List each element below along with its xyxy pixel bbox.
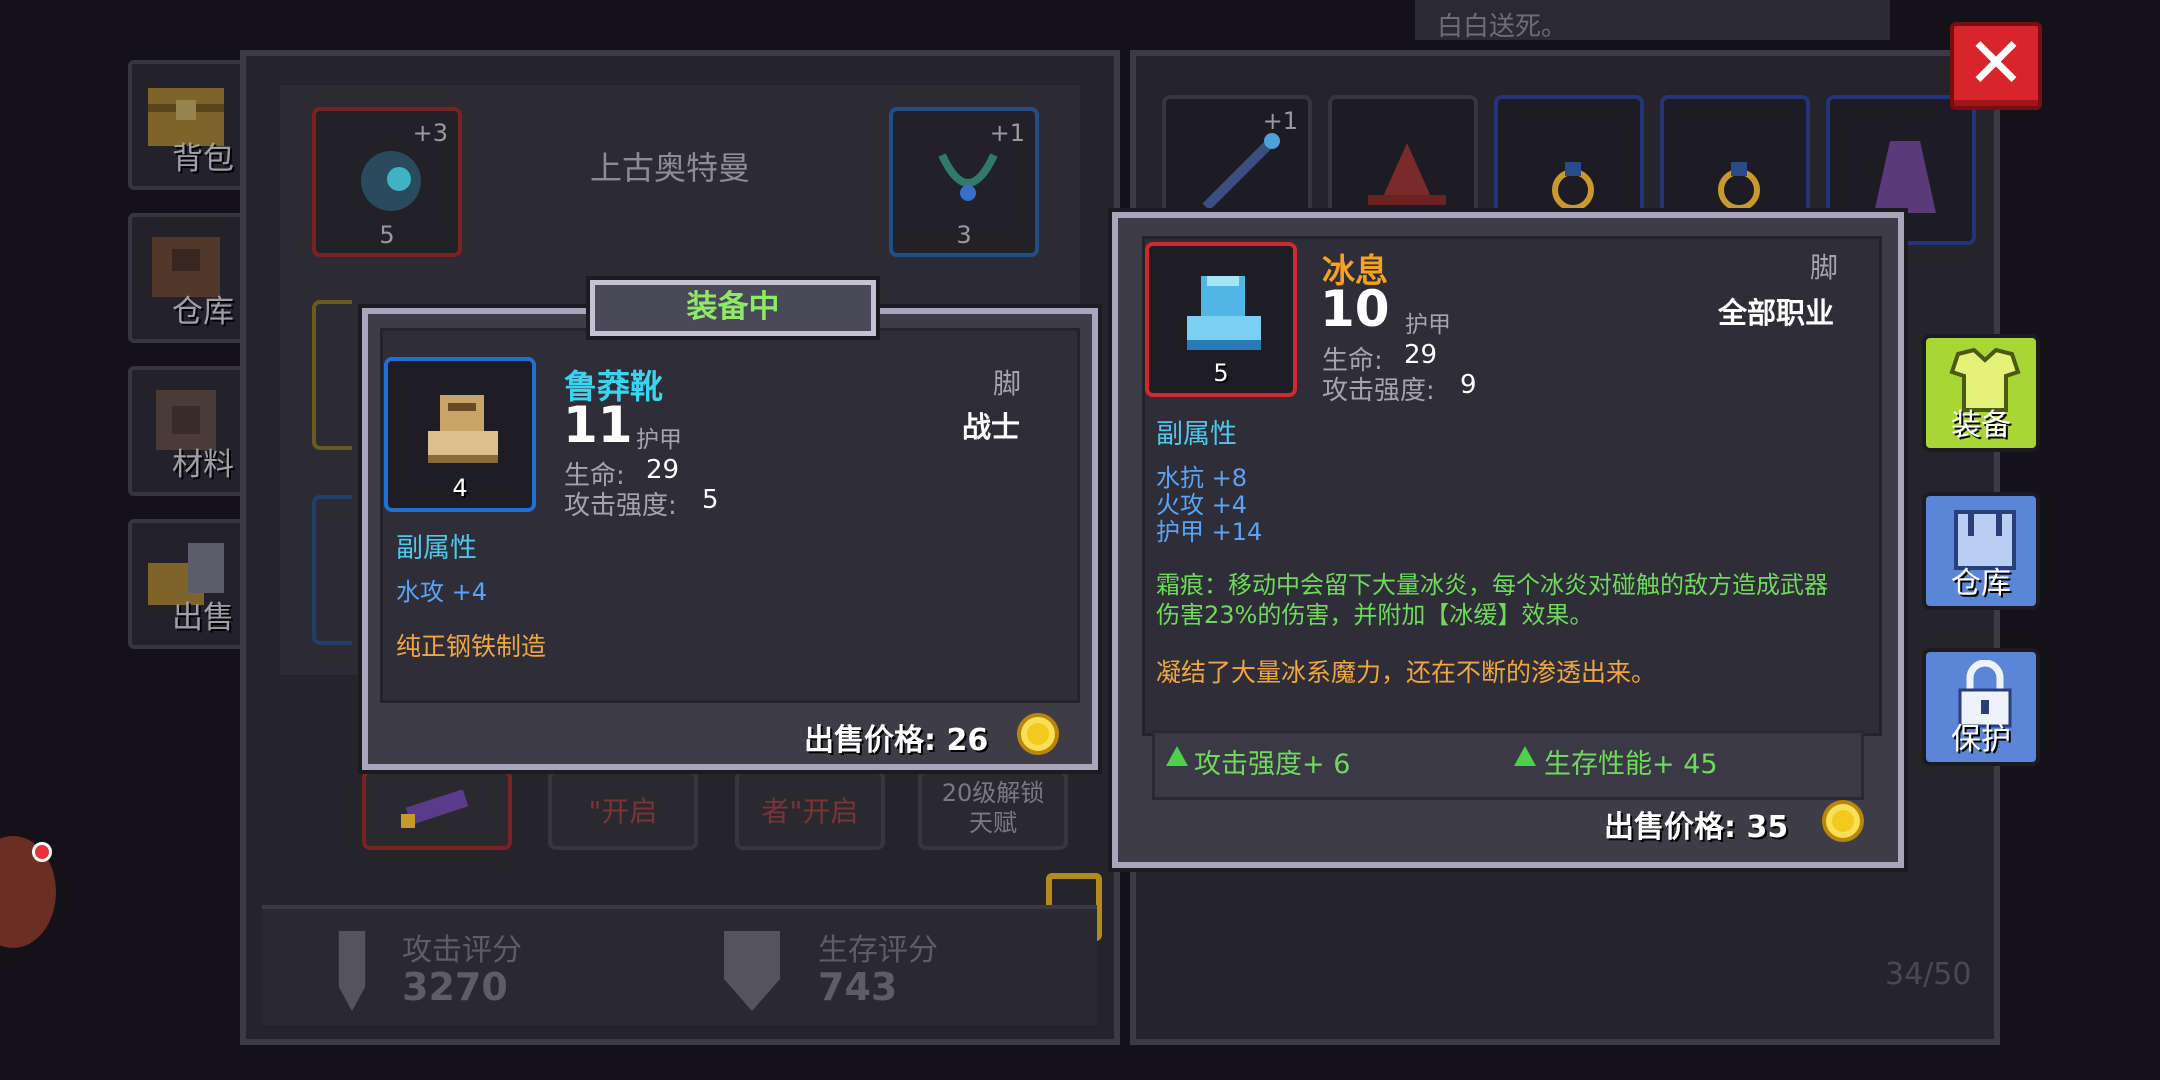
equipped-badge: 装备中 <box>590 280 876 336</box>
gear-plus: +1 <box>989 119 1025 147</box>
attack-score-value: 3270 <box>402 965 508 1009</box>
robe-icon <box>1874 141 1936 213</box>
tab-backpack[interactable]: 背包 <box>128 60 250 190</box>
tab-warehouse[interactable]: 仓库 <box>128 213 250 343</box>
protect-button-label: 保护 <box>1951 722 2011 757</box>
compare-attack-diff: 攻击强度+ 6 <box>1194 749 1351 780</box>
gear-plus: +3 <box>412 119 448 147</box>
up-arrow-icon <box>1166 746 1188 766</box>
gear-slot-weapon[interactable] <box>362 770 512 850</box>
leather-boot-icon <box>428 395 498 463</box>
equipped-item-level: 4 <box>452 474 468 502</box>
equipped-hp-value: 29 <box>646 455 680 485</box>
ring-icon <box>1552 162 1594 211</box>
equipped-substat-title: 副属性 <box>396 533 477 564</box>
staff-icon <box>1202 133 1280 211</box>
compare-substat-title: 副属性 <box>1156 419 1237 450</box>
tab-sell-label: 出售 <box>172 600 234 636</box>
compare-armor-value: 10 <box>1320 280 1390 338</box>
talent-slot[interactable]: 20级解锁 天赋 <box>918 770 1068 850</box>
background-hint-text: 白白送死。 <box>1415 0 1890 42</box>
ice-boot-icon <box>1187 276 1261 350</box>
equip-button-label: 装备 <box>1951 408 2011 443</box>
gear-slot-edge <box>312 495 352 645</box>
equipped-item-class: 战士 <box>962 410 1021 444</box>
gear-level: 5 <box>379 221 395 249</box>
equipped-atk-label: 攻击强度: <box>564 491 677 521</box>
coin-icon <box>1017 713 1059 755</box>
compare-flavor-text: 凝结了大量冰系魔力，还在不断的渗透出来。 <box>1156 658 1657 687</box>
equipped-sell-price: 出售价格: 26 <box>804 723 989 758</box>
ring-icon <box>1718 162 1760 211</box>
gear-slot-neck[interactable]: +1 3 <box>889 107 1039 257</box>
survival-score-label: 生存评分 <box>818 933 938 968</box>
attack-score-label: 攻击评分 <box>402 933 522 968</box>
equipped-atk-value: 5 <box>702 485 719 515</box>
weapon-icon <box>401 789 469 828</box>
compare-item-class: 全部职业 <box>1718 296 1835 330</box>
compare-item-slot: 脚 <box>1810 251 1839 284</box>
equipped-item-slot: 脚 <box>993 367 1022 400</box>
talent-label: 天赋 <box>969 809 1017 837</box>
compare-special-effect: 霜痕：移动中会留下大量冰炎，每个冰炎对碰触的敌方造成武器伤害23%的伤害，并附加… <box>1156 571 1828 629</box>
survival-score-value: 743 <box>818 965 898 1009</box>
tab-materials[interactable]: 材料 <box>128 366 250 496</box>
locked-slot[interactable]: "开启 <box>548 770 698 850</box>
tab-materials-label: 材料 <box>172 447 234 483</box>
tab-backpack-label: 背包 <box>172 141 234 177</box>
compare-substat: 护甲 +14 <box>1156 518 1263 546</box>
necklace-icon <box>938 153 998 201</box>
equipped-substat: 水攻 +4 <box>396 578 488 606</box>
helmet-icon <box>361 151 421 211</box>
talent-unlock-text: 20级解锁 <box>941 779 1045 807</box>
close-button[interactable]: ✕ <box>1950 22 2042 110</box>
score-bar: 攻击评分 3270 生存评分 743 <box>262 905 1097 1025</box>
equip-button[interactable]: 装备 <box>1922 334 2040 452</box>
hero-name: 上古奥特曼 <box>590 149 751 187</box>
gear-level: 3 <box>956 221 972 249</box>
sword-icon <box>338 931 366 1011</box>
compare-survival-diff: 生存性能+ 45 <box>1544 749 1718 780</box>
store-button-label: 仓库 <box>1951 566 2011 601</box>
compare-hp-value: 29 <box>1404 340 1438 370</box>
compare-armor-label: 护甲 <box>1405 312 1451 338</box>
gear-slot-edge <box>312 300 352 450</box>
compare-sell-price: 出售价格: 35 <box>1604 810 1789 845</box>
locked-slot[interactable]: 者"开启 <box>735 770 885 850</box>
close-icon: ✕ <box>1966 22 2026 104</box>
protect-button[interactable]: 保护 <box>1922 648 2040 766</box>
tab-sell[interactable]: 出售 <box>128 519 250 649</box>
inventory-slot-plus: +1 <box>1262 107 1298 135</box>
up-arrow-icon <box>1514 746 1536 766</box>
shield-icon <box>724 931 780 1011</box>
compare-item-icon-frame: 5 <box>1145 242 1297 397</box>
gear-slot-head[interactable]: +3 5 <box>312 107 462 257</box>
compare-atk-label: 攻击强度: <box>1322 376 1435 406</box>
compare-item-level: 5 <box>1213 359 1229 387</box>
compare-atk-value: 9 <box>1460 370 1477 400</box>
equipped-armor-label: 护甲 <box>636 427 682 453</box>
store-button[interactable]: 仓库 <box>1922 492 2040 610</box>
equipped-armor-value: 11 <box>563 396 633 454</box>
equipped-flavor-text: 纯正钢铁制造 <box>396 632 547 661</box>
inventory-count: 34/50 <box>1885 957 1972 992</box>
tab-warehouse-label: 仓库 <box>172 294 234 330</box>
wizard-hat-icon <box>1368 143 1446 205</box>
notification-dot <box>32 842 52 862</box>
equipped-item-icon-frame: 4 <box>384 357 536 512</box>
coin-icon <box>1822 800 1864 842</box>
